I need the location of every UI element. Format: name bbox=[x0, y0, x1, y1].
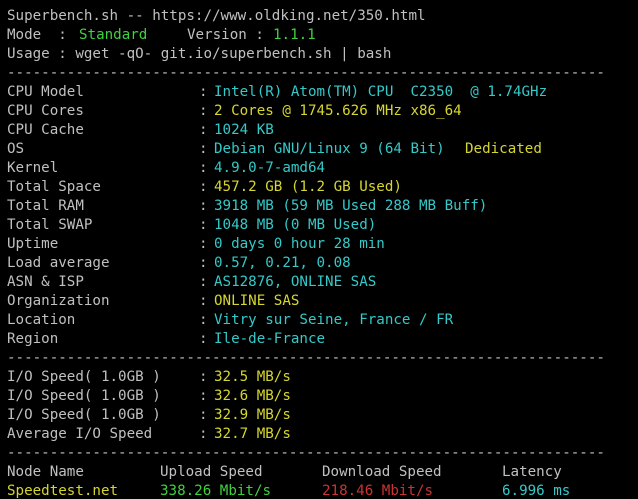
sysinfo-value: 0.57, 0.21, 0.08 bbox=[214, 255, 351, 271]
sysinfo-label: Total SWAP bbox=[7, 217, 93, 233]
io-label: I/O Speed( 1.0GB ) bbox=[7, 407, 161, 423]
download-speed: 218.46 Mbit/s bbox=[322, 483, 434, 499]
sysinfo-row: CPU Cache : 1024 KB bbox=[7, 121, 274, 140]
sysinfo-row: ASN & ISP : AS12876, ONLINE SAS bbox=[7, 273, 376, 292]
sysinfo-value: 0 days 0 hour 28 min bbox=[214, 236, 385, 252]
separator: ----------------------------------------… bbox=[7, 350, 605, 366]
sysinfo-label: Location bbox=[7, 312, 76, 328]
io-label: I/O Speed( 1.0GB ) bbox=[7, 388, 161, 404]
upload-speed: 338.26 Mbit/s bbox=[160, 483, 272, 499]
speedtest-row: Speedtest.net 338.26 Mbit/s 218.46 Mbit/… bbox=[7, 482, 570, 499]
sysinfo-label: Total RAM bbox=[7, 198, 84, 214]
sysinfo-row: CPU Cores : 2 Cores @ 1745.626 MHz x86_6… bbox=[7, 102, 462, 121]
sysinfo-value: Intel(R) Atom(TM) CPU C2350 @ 1.74GHz bbox=[214, 84, 548, 100]
server-type: Dedicated bbox=[465, 141, 542, 157]
io-label: I/O Speed( 1.0GB ) bbox=[7, 369, 161, 385]
sysinfo-value: 1048 MB (0 MB Used) bbox=[214, 217, 377, 233]
sysinfo-label: CPU Model bbox=[7, 84, 84, 100]
sysinfo-value: Ile-de-France bbox=[214, 331, 326, 347]
sysinfo-row: Total SWAP : 1048 MB (0 MB Used) bbox=[7, 216, 376, 235]
version-value: 1.1.1 bbox=[273, 27, 316, 43]
sysinfo-value: 1024 KB bbox=[214, 122, 274, 138]
sysinfo-row: Region : Ile-de-France bbox=[7, 330, 325, 349]
sysinfo-label: CPU Cores bbox=[7, 103, 84, 119]
sysinfo-label: Organization bbox=[7, 293, 110, 309]
column-header: Upload Speed bbox=[160, 464, 263, 480]
separator: ----------------------------------------… bbox=[7, 445, 605, 461]
sysinfo-value: 4.9.0-7-amd64 bbox=[214, 160, 326, 176]
mode-label: Mode : bbox=[7, 27, 76, 43]
io-label: Average I/O Speed bbox=[7, 426, 153, 442]
sysinfo-value: 457.2 GB (1.2 GB Used) bbox=[214, 179, 402, 195]
terminal-window: Superbench.sh -- https://www.oldking.net… bbox=[0, 0, 638, 499]
mode-line: Mode : Standard Version : 1.1.1 bbox=[7, 26, 316, 45]
version-label: Version : bbox=[187, 27, 273, 43]
io-row: I/O Speed( 1.0GB ) : 32.9 MB/s bbox=[7, 406, 291, 425]
io-row: I/O Speed( 1.0GB ) : 32.5 MB/s bbox=[7, 368, 291, 387]
sysinfo-row: Uptime : 0 days 0 hour 28 min bbox=[7, 235, 385, 254]
io-value: 32.5 MB/s bbox=[214, 369, 291, 385]
latency: 6.996 ms bbox=[502, 483, 571, 499]
sysinfo-row: Location : Vitry sur Seine, France / FR bbox=[7, 311, 453, 330]
sysinfo-label: Load average bbox=[7, 255, 110, 271]
sysinfo-label: Total Space bbox=[7, 179, 101, 195]
sysinfo-row: Kernel : 4.9.0-7-amd64 bbox=[7, 159, 325, 178]
sysinfo-value: AS12876, ONLINE SAS bbox=[214, 274, 377, 290]
node-name: Speedtest.net bbox=[7, 483, 119, 499]
sysinfo-label: OS bbox=[7, 141, 25, 157]
column-header: Node Name bbox=[7, 464, 84, 480]
sysinfo-value: 3918 MB (59 MB Used 288 MB Buff) bbox=[214, 198, 488, 214]
sysinfo-value: ONLINE SAS bbox=[214, 293, 300, 309]
io-value: 32.9 MB/s bbox=[214, 407, 291, 423]
script-title: Superbench.sh -- https://www.oldking.net… bbox=[7, 8, 426, 24]
sysinfo-row: Load average : 0.57, 0.21, 0.08 bbox=[7, 254, 351, 273]
sysinfo-label: CPU Cache bbox=[7, 122, 84, 138]
sysinfo-value: Debian GNU/Linux 9 (64 Bit) bbox=[214, 141, 445, 157]
sysinfo-label: Uptime bbox=[7, 236, 59, 252]
speedtest-header: Node Name Upload Speed Download Speed La… bbox=[7, 463, 562, 482]
io-value: 32.6 MB/s bbox=[214, 388, 291, 404]
sysinfo-row: OS : Debian GNU/Linux 9 (64 Bit) Dedicat… bbox=[7, 140, 542, 159]
sysinfo-label: Kernel bbox=[7, 160, 59, 176]
sysinfo-row: Total RAM : 3918 MB (59 MB Used 288 MB B… bbox=[7, 197, 487, 216]
sysinfo-value: 2 Cores @ 1745.626 MHz x86_64 bbox=[214, 103, 462, 119]
sysinfo-label: Region bbox=[7, 331, 59, 347]
usage-line: Usage : wget -qO- git.io/superbench.sh |… bbox=[7, 46, 392, 62]
column-header: Latency bbox=[502, 464, 562, 480]
io-row: I/O Speed( 1.0GB ) : 32.6 MB/s bbox=[7, 387, 291, 406]
mode-value: Standard bbox=[79, 27, 148, 43]
sysinfo-row: Organization : ONLINE SAS bbox=[7, 292, 299, 311]
io-value: 32.7 MB/s bbox=[214, 426, 291, 442]
column-header: Download Speed bbox=[322, 464, 442, 480]
sysinfo-value: Vitry sur Seine, France / FR bbox=[214, 312, 454, 328]
sysinfo-row: CPU Model : Intel(R) Atom(TM) CPU C2350 … bbox=[7, 83, 547, 102]
io-row: Average I/O Speed : 32.7 MB/s bbox=[7, 425, 291, 444]
sysinfo-row: Total Space : 457.2 GB (1.2 GB Used) bbox=[7, 178, 402, 197]
separator: ----------------------------------------… bbox=[7, 65, 605, 81]
sysinfo-label: ASN & ISP bbox=[7, 274, 84, 290]
